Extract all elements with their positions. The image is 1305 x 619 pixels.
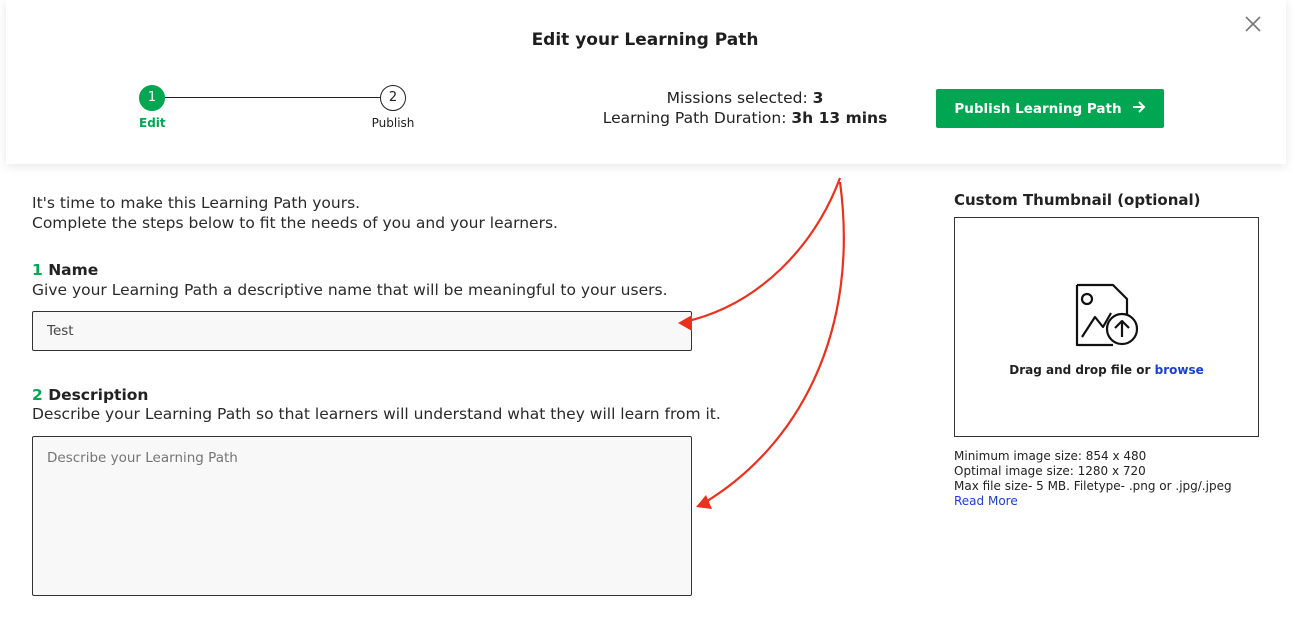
description-textarea[interactable]	[32, 436, 692, 596]
name-section-title: 1 Name	[32, 261, 98, 279]
step-2-label[interactable]: Publish	[358, 116, 428, 130]
duration-value: 3h 13 mins	[791, 109, 888, 127]
step-1-label[interactable]: Edit	[139, 116, 166, 130]
name-section-number: 1	[32, 261, 43, 279]
duration-label: Learning Path Duration:	[602, 109, 787, 127]
intro-line-1: It's time to make this Learning Path you…	[32, 194, 361, 212]
description-section-label: Description	[48, 386, 149, 404]
optimal-image-size: Optimal image size: 1280 x 720	[954, 464, 1146, 478]
description-section-number: 2	[32, 386, 43, 404]
name-input[interactable]	[32, 311, 692, 351]
intro-line-2: Complete the steps below to fit the need…	[32, 214, 558, 232]
missions-value: 3	[812, 89, 824, 107]
annotation-arrow-to-description	[703, 181, 845, 504]
arrowhead-description	[696, 495, 712, 509]
arrow-right-icon	[1132, 100, 1146, 118]
missions-label: Missions selected:	[666, 89, 808, 107]
annotation-arrow-to-name	[683, 177, 842, 324]
modal-title: Edit your Learning Path	[531, 30, 759, 50]
thumbnail-dropzone[interactable]: Drag and drop file or browse	[954, 217, 1259, 437]
learning-path-stats: Missions selected: 3 Learning Path Durat…	[560, 88, 930, 128]
name-section-label: Name	[48, 261, 99, 279]
step-1-circle[interactable]: 1	[139, 85, 165, 111]
browse-link[interactable]: browse	[1155, 363, 1204, 377]
name-section-description: Give your Learning Path a descriptive na…	[32, 281, 668, 299]
max-file-size: Max file size- 5 MB. Filetype- .png or .…	[954, 479, 1232, 493]
close-icon[interactable]	[1243, 14, 1263, 34]
publish-button-label: Publish Learning Path	[954, 100, 1122, 117]
image-upload-icon	[1073, 283, 1143, 349]
thumbnail-requirements: Minimum image size: 854 x 480 Optimal im…	[954, 449, 1232, 509]
min-image-size: Minimum image size: 854 x 480	[954, 449, 1147, 463]
publish-learning-path-button[interactable]: Publish Learning Path	[936, 89, 1164, 128]
drop-label: Drag and drop file or	[1009, 363, 1151, 377]
read-more-link[interactable]: Read More	[954, 494, 1232, 509]
intro-text: It's time to make this Learning Path you…	[32, 193, 558, 233]
stepper-connector	[165, 97, 380, 98]
dropzone-text: Drag and drop file or browse	[955, 363, 1258, 377]
description-section-description: Describe your Learning Path so that lear…	[32, 405, 721, 423]
modal-header	[6, 0, 1286, 164]
description-section-title: 2 Description	[32, 386, 148, 404]
step-2-circle[interactable]: 2	[380, 85, 406, 111]
thumbnail-title: Custom Thumbnail (optional)	[954, 191, 1201, 209]
